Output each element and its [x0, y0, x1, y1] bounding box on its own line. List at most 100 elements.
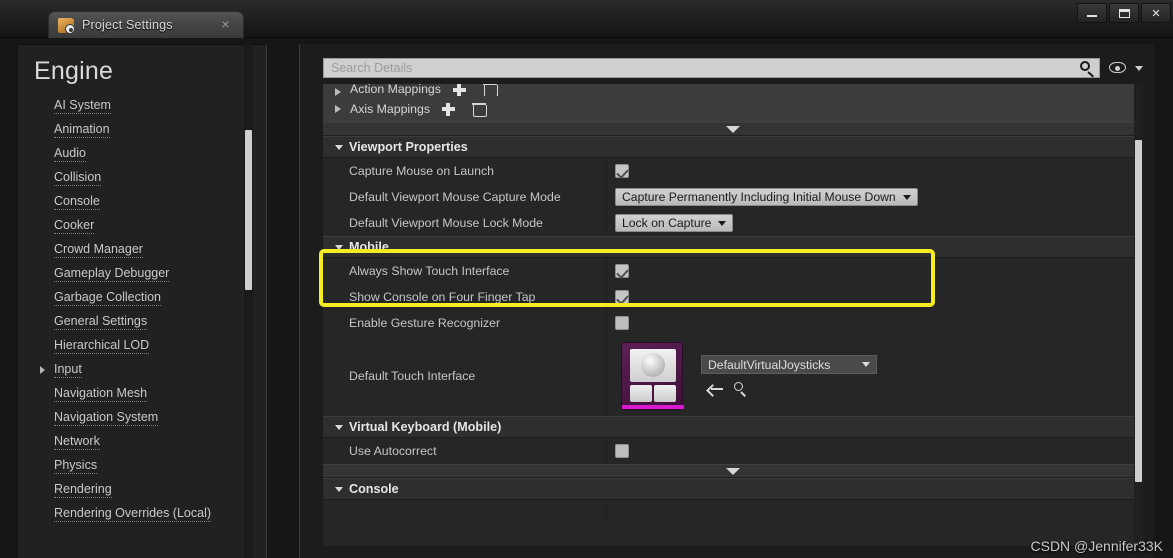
section-header-mobile[interactable]: Mobile — [323, 236, 1143, 258]
search-input-wrapper[interactable]: Search Details — [323, 58, 1100, 78]
title-bar: 𝕉 Project Settings × ✕ — [0, 0, 1173, 38]
property-value — [607, 310, 1143, 336]
section-header-virtual-keyboard-mobile[interactable]: Virtual Keyboard (Mobile) — [323, 416, 1143, 438]
details-content: Action Mappings Axis Mappings Viewport Pro… — [323, 84, 1143, 522]
window-controls: ✕ — [1077, 3, 1171, 23]
dropdown-default-viewport-mouse-lock-mode[interactable]: Lock on Capture — [615, 214, 733, 232]
sidebar-item-console[interactable]: Console — [18, 190, 266, 214]
sidebar-item-label: Garbage Collection — [54, 291, 161, 306]
sidebar-item-input[interactable]: Input — [18, 358, 266, 382]
sidebar-item-label: General Settings — [54, 315, 147, 330]
plus-icon[interactable] — [442, 103, 455, 116]
gear-folder-icon — [58, 18, 74, 33]
details-scrollbar[interactable] — [1134, 84, 1143, 546]
sidebar-item-crowd-manager[interactable]: Crowd Manager — [18, 238, 266, 262]
details-scrollbar-thumb[interactable] — [1135, 140, 1142, 482]
sidebar-item-garbage-collection[interactable]: Garbage Collection — [18, 286, 266, 310]
magnifier-icon[interactable] — [733, 382, 748, 397]
unreal-engine-logo-icon: 𝕉 — [8, 2, 44, 34]
asset-type-color-bar — [622, 405, 684, 409]
sidebar-scrollbar[interactable] — [244, 44, 253, 558]
chevron-down-icon — [903, 195, 911, 200]
property-value: DefaultVirtualJoysticks — [607, 336, 1143, 416]
asset-dropdown-default-touch-interface[interactable]: DefaultVirtualJoysticks — [701, 355, 877, 374]
tab-project-settings[interactable]: Project Settings × — [48, 11, 244, 38]
watermark: CSDN @Jennifer33K — [1031, 538, 1164, 554]
section-empty-area — [323, 500, 1143, 522]
chevron-right-icon[interactable] — [335, 105, 341, 113]
panel-divider — [266, 44, 267, 558]
plus-icon[interactable] — [453, 84, 466, 96]
property-row: Use Autocorrect — [323, 438, 1143, 464]
sidebar-item-cooker[interactable]: Cooker — [18, 214, 266, 238]
sidebar-item-gameplay-debugger[interactable]: Gameplay Debugger — [18, 262, 266, 286]
joystick-button-right — [654, 385, 676, 402]
sidebar-item-network[interactable]: Network — [18, 430, 266, 454]
chevron-down-icon — [718, 221, 726, 226]
magnifier-icon[interactable] — [1078, 60, 1095, 77]
property-value — [607, 258, 1143, 284]
property-array-row[interactable]: Axis Mappings — [323, 96, 1143, 122]
trash-icon[interactable] — [473, 102, 485, 116]
sidebar-item-audio[interactable]: Audio — [18, 142, 266, 166]
sidebar-title: Engine — [18, 45, 266, 92]
property-label: Default Viewport Mouse Capture Mode — [323, 184, 607, 210]
sidebar-item-label: Gameplay Debugger — [54, 267, 169, 282]
sidebar-item-label: Rendering Overrides (Local) — [54, 507, 211, 522]
sidebar-scrollbar-thumb[interactable] — [245, 130, 252, 290]
sidebar-item-rendering[interactable]: Rendering — [18, 478, 266, 502]
dropdown-default-viewport-mouse-capture-mode[interactable]: Capture Permanently Including Initial Mo… — [615, 188, 918, 206]
checkbox-show-console-on-four-finger-tap[interactable] — [615, 290, 629, 304]
property-array-label: Axis Mappings — [350, 102, 430, 116]
close-window-button[interactable]: ✕ — [1141, 3, 1171, 23]
sidebar-item-physics[interactable]: Physics — [18, 454, 266, 478]
chevron-down-icon — [862, 362, 870, 367]
sidebar-item-navigation-system[interactable]: Navigation System — [18, 406, 266, 430]
sidebar-item-general-settings[interactable]: General Settings — [18, 310, 266, 334]
sidebar-item-rendering-overrides-local[interactable]: Rendering Overrides (Local) — [18, 502, 266, 526]
sidebar-item-label: Navigation Mesh — [54, 387, 147, 402]
asset-toolbar — [707, 382, 877, 397]
minimize-icon — [1087, 15, 1097, 17]
minimize-button[interactable] — [1077, 3, 1107, 23]
sidebar-item-list: AI System Animation Audio Collision Console C… — [18, 92, 266, 526]
sidebar-item-label: Hierarchical LOD — [54, 339, 149, 354]
section-collapse-splitter[interactable] — [323, 122, 1143, 136]
close-icon[interactable]: × — [218, 17, 233, 32]
dropdown-value: Capture Permanently Including Initial Mo… — [622, 190, 896, 204]
sidebar-item-navigation-mesh[interactable]: Navigation Mesh — [18, 382, 266, 406]
chevron-down-icon[interactable] — [1135, 66, 1143, 71]
maximize-button[interactable] — [1109, 3, 1139, 23]
sidebar-item-animation[interactable]: Animation — [18, 118, 266, 142]
eye-icon[interactable] — [1109, 60, 1131, 76]
search-input[interactable]: Search Details — [324, 61, 412, 75]
property-value: Lock on Capture — [607, 210, 1143, 236]
sidebar-item-hierarchical-lod[interactable]: Hierarchical LOD — [18, 334, 266, 358]
section-collapse-splitter[interactable] — [323, 464, 1143, 478]
property-label: Capture Mouse on Launch — [323, 158, 607, 184]
property-array-row[interactable]: Action Mappings — [323, 84, 1143, 96]
section-header-console[interactable]: Console — [323, 478, 1143, 500]
checkbox-capture-mouse-on-launch[interactable] — [615, 164, 629, 178]
chevron-right-icon[interactable] — [335, 88, 341, 96]
section-header-viewport-properties[interactable]: Viewport Properties — [323, 136, 1143, 158]
virtual-joystick-thumbnail[interactable] — [621, 342, 683, 410]
property-label: Show Console on Four Finger Tap — [323, 284, 607, 310]
sidebar-item-label: Collision — [54, 171, 101, 186]
arrow-left-icon[interactable] — [707, 383, 723, 397]
chevron-down-icon — [335, 425, 343, 430]
checkbox-enable-gesture-recognizer[interactable] — [615, 316, 629, 330]
sidebar-item-collision[interactable]: Collision — [18, 166, 266, 190]
chevron-right-icon[interactable] — [40, 366, 45, 374]
section-title: Console — [349, 482, 399, 496]
asset-name: DefaultVirtualJoysticks — [708, 358, 830, 372]
chevron-down-icon — [335, 145, 343, 150]
checkbox-use-autocorrect[interactable] — [615, 444, 629, 458]
trash-icon[interactable] — [484, 84, 496, 96]
sidebar-item-ai-system[interactable]: AI System — [18, 94, 266, 118]
property-label: Default Touch Interface — [323, 336, 607, 416]
checkbox-always-show-touch-interface[interactable] — [615, 264, 629, 278]
sidebar-item-label: AI System — [54, 99, 111, 114]
property-value — [607, 438, 1143, 464]
chevron-down-icon — [335, 487, 343, 492]
